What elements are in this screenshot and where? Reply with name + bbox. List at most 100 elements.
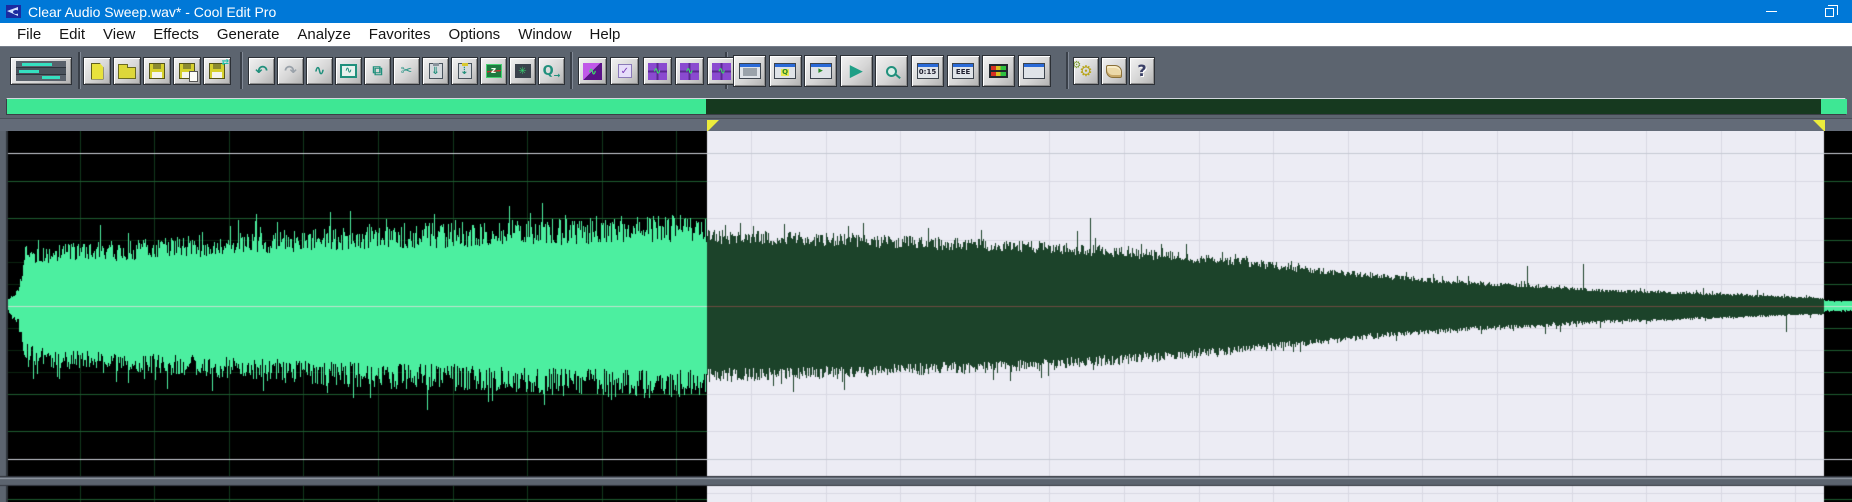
restore-button[interactable]: [1806, 0, 1852, 23]
time-window-button[interactable]: 0:15: [911, 55, 944, 87]
help-button[interactable]: ?: [1129, 57, 1155, 85]
page-badge-icon: [189, 71, 198, 82]
cool-edit-pro-window: Clear Audio Sweep.wav* - Cool Edit Pro F…: [0, 0, 1852, 502]
undo-button[interactable]: ↶: [248, 57, 275, 85]
menu-item-analyze[interactable]: Analyze: [288, 23, 359, 46]
play-list-window-button[interactable]: ▸: [804, 55, 838, 87]
paste-icon: ⇓: [428, 63, 443, 79]
overview-segment-dark: [706, 99, 1821, 114]
overview-segment-bright: [7, 99, 706, 114]
toolbar-separator: [78, 52, 80, 89]
level-meters-window-button[interactable]: [982, 55, 1016, 87]
paste-button[interactable]: ⇓: [422, 57, 449, 85]
menu-item-view[interactable]: View: [94, 23, 144, 46]
waveform-display[interactable]: [0, 131, 1852, 502]
status-bar-window-button[interactable]: [1017, 55, 1051, 87]
window-organizer-button[interactable]: [733, 55, 766, 87]
redo-icon: ↷: [284, 61, 297, 80]
cue-grid-window-button[interactable]: EEE: [946, 55, 980, 87]
zoom-grid-3-icon: ∿: [712, 62, 732, 80]
copy-icon: ⧉: [372, 63, 383, 79]
window-title: Clear Audio Sweep.wav* - Cool Edit Pro: [28, 3, 277, 20]
level-meters-window-icon: [989, 64, 1009, 78]
spectral-view-toggle-button[interactable]: ∿: [578, 57, 607, 85]
paste-special-icon: ⇣: [457, 63, 472, 79]
zoom-grid-2-button[interactable]: ∿: [674, 57, 704, 85]
zoom-grid-2-icon: ∿: [679, 62, 699, 80]
spectral-view-toggle-icon: ∿: [583, 62, 602, 80]
toolbar-separator: [1066, 52, 1068, 89]
toolbar: ⇄ ↶ ↷ ∿ ∿ ⧉ ✂ ⇓ ⇣ z ✳ Q→ ∿ ✓ ∿ ∿ ∿ Q ▸ ▶ 0:15 EEE ⚙ ⚙?: [0, 46, 1852, 94]
menu-item-generate[interactable]: Generate: [208, 23, 289, 46]
menu-item-help[interactable]: Help: [581, 23, 630, 46]
open-file-icon: [118, 63, 136, 79]
undo-icon: ↶: [255, 61, 268, 80]
menu-item-window[interactable]: Window: [509, 23, 580, 46]
cut-button[interactable]: ✂: [393, 57, 420, 85]
cue-list-window-button[interactable]: Q: [768, 55, 802, 87]
convert-sample-type-icon: Q→: [542, 63, 561, 80]
zoom-grid-3-button[interactable]: ∿: [707, 57, 737, 85]
menu-item-favorites[interactable]: Favorites: [360, 23, 440, 46]
minimize-icon: [1765, 11, 1777, 12]
view-options-icon: ✓: [617, 64, 632, 78]
insert-into-multitrack-icon: ✳: [514, 64, 531, 78]
new-file-icon: [90, 62, 104, 80]
zoom-grid-1-icon: ∿: [647, 62, 667, 80]
help-icon: ?: [1137, 61, 1147, 80]
time-window-icon: 0:15: [916, 63, 939, 79]
play-controls-window-icon: ▶: [849, 60, 863, 81]
zoom-controls-window-icon: [886, 65, 898, 77]
cue-grid-window-icon: EEE: [952, 63, 975, 79]
copy-button[interactable]: ⧉: [364, 57, 391, 85]
view-options-button[interactable]: ✓: [610, 57, 640, 85]
overview-navigation-bar[interactable]: [6, 98, 1847, 115]
trim-selection-icon: ∿: [340, 64, 357, 78]
smooth-tool-button[interactable]: ∿: [306, 57, 333, 85]
paste-to-new-button[interactable]: z: [480, 57, 507, 85]
app-logo-icon: [6, 5, 21, 18]
insert-into-multitrack-button[interactable]: ✳: [509, 57, 536, 85]
status-bar-window-icon: [1023, 63, 1046, 79]
save-all-button[interactable]: ⇄: [203, 57, 231, 85]
multitrack-view-button[interactable]: [10, 57, 72, 85]
paste-special-button[interactable]: ⇣: [451, 57, 478, 85]
toolbar-separator: [570, 52, 572, 89]
smooth-tool-icon: ∿: [313, 63, 326, 79]
play-list-window-icon: ▸: [809, 63, 832, 79]
menu-item-options[interactable]: Options: [439, 23, 509, 46]
save-as-button[interactable]: [173, 57, 201, 85]
overview-strip: [0, 94, 1852, 118]
arrows-badge-icon: ⇄: [221, 58, 229, 68]
multitrack-view-icon: [16, 61, 66, 81]
menu-item-effects[interactable]: Effects: [144, 23, 208, 46]
paste-to-new-icon: z: [485, 64, 502, 78]
window-organizer-icon: [738, 63, 761, 79]
trim-selection-button[interactable]: ∿: [335, 57, 362, 85]
save-file-button[interactable]: [143, 57, 171, 85]
overview-segment-bright: [1821, 99, 1847, 114]
play-controls-window-button[interactable]: ▶: [839, 55, 873, 87]
minimize-button[interactable]: [1748, 0, 1794, 23]
waveform-pane: [0, 131, 1852, 502]
cue-list-window-icon: Q: [774, 63, 797, 79]
redo-button[interactable]: ↷: [277, 57, 304, 85]
scripts-icon: [1106, 64, 1122, 78]
save-file-icon: [149, 63, 165, 79]
zoom-controls-window-button[interactable]: [875, 55, 909, 87]
menu-item-file[interactable]: File: [8, 23, 50, 46]
title-bar: Clear Audio Sweep.wav* - Cool Edit Pro: [0, 0, 1852, 23]
scripts-button[interactable]: [1101, 57, 1127, 85]
selection-ruler[interactable]: [0, 118, 1852, 132]
menu-bar: File Edit View Effects Generate Analyze Favori…: [0, 23, 1852, 46]
zoom-grid-1-button[interactable]: ∿: [642, 57, 672, 85]
settings-icon: ⚙ ⚙: [1073, 59, 1093, 80]
convert-sample-type-button[interactable]: Q→: [538, 57, 565, 85]
menu-item-edit[interactable]: Edit: [50, 23, 94, 46]
new-file-button[interactable]: [83, 57, 111, 85]
toolbar-separator: [240, 52, 242, 89]
settings-button[interactable]: ⚙ ⚙: [1073, 57, 1099, 85]
open-file-button[interactable]: [113, 57, 141, 85]
restore-icon: [1824, 5, 1838, 17]
cut-icon: ✂: [400, 63, 413, 79]
